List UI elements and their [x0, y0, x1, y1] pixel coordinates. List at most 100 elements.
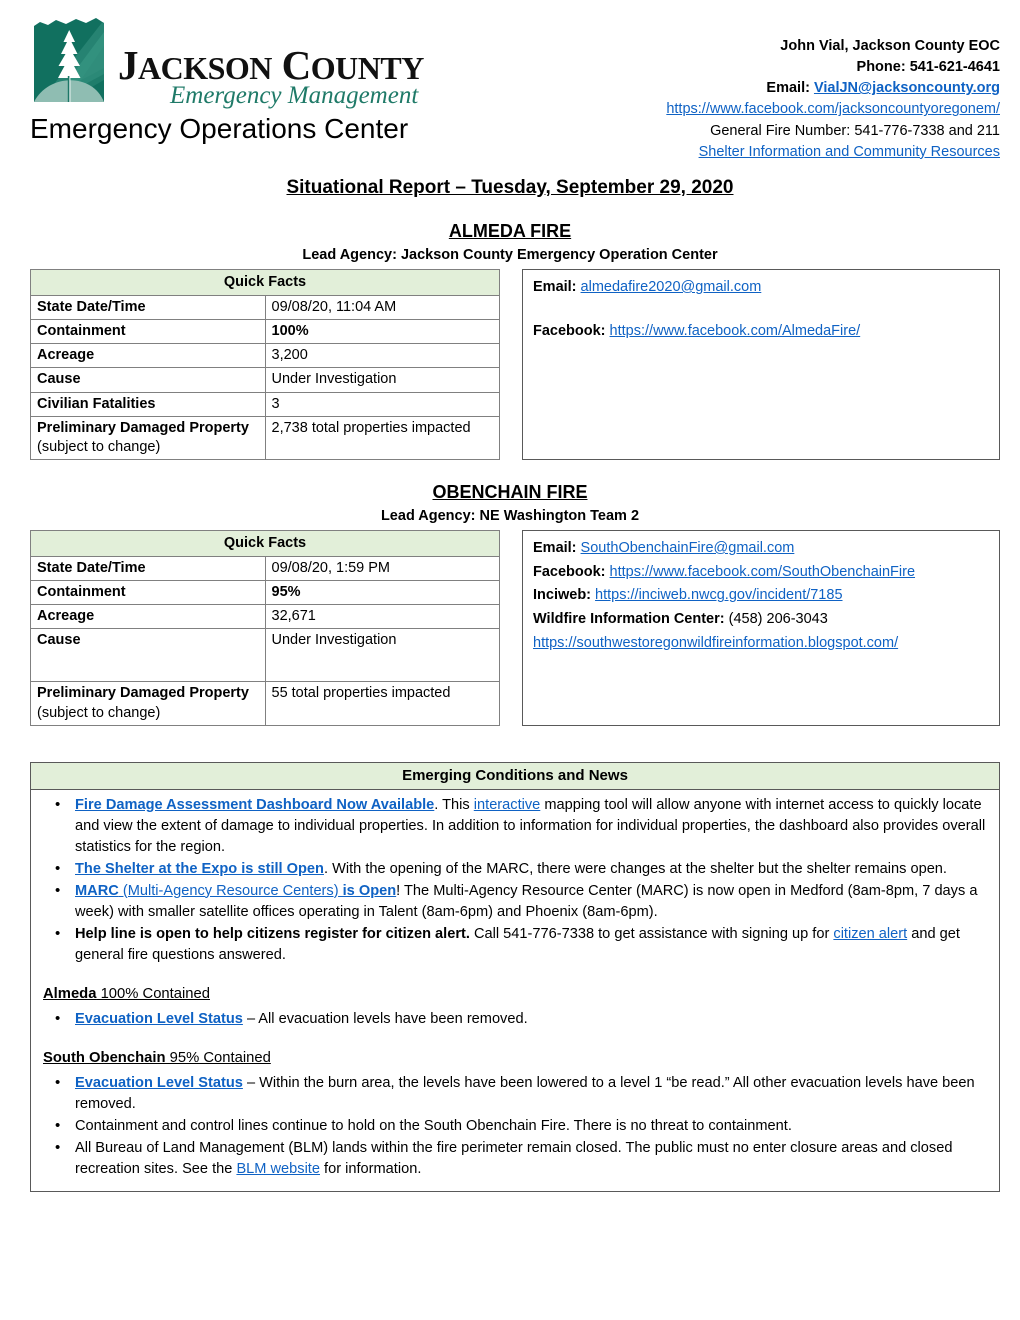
- fact-value-cell: 55 total properties impacted: [264, 681, 500, 726]
- fire-status-heading-containment: 95% Contained: [165, 1049, 271, 1066]
- fact-key-note: (subject to change): [37, 704, 161, 721]
- inline-text: for information.: [319, 1161, 422, 1178]
- inline-link[interactable]: MARC: [75, 883, 119, 899]
- fact-value-cell: 32,671: [264, 604, 500, 630]
- fire-contact-box: Email: SouthObenchainFire@gmail.com Faceb…: [522, 529, 1000, 726]
- inline-link[interactable]: is Open: [339, 883, 397, 899]
- contact-line-link[interactable]: https://www.facebook.com/SouthObenchainF…: [610, 564, 915, 580]
- quick-facts-header-cell: Quick Facts: [30, 529, 500, 558]
- table-row: Acreage 32,671: [30, 604, 500, 630]
- fact-key-cell: Acreage: [30, 604, 266, 630]
- fact-key-cell: Preliminary Damaged Property (subject to…: [30, 681, 266, 726]
- fire-status-sections: Almeda 100% Contained Evacuation Level St…: [43, 984, 987, 1181]
- contact-line-link[interactable]: https://inciweb.nwcg.gov/incident/7185: [595, 587, 842, 603]
- table-row: State Date/Time 09/08/20, 1:59 PM: [30, 556, 500, 582]
- inline-link[interactable]: BLM website: [236, 1161, 320, 1177]
- contact-line-link[interactable]: almedafire2020@gmail.com: [581, 279, 762, 295]
- inline-text: – All evacuation levels have been remove…: [242, 1010, 528, 1027]
- inline-link[interactable]: Evacuation Level Status: [75, 1075, 243, 1091]
- inline-link[interactable]: (Multi-Agency Resource Centers): [119, 883, 339, 899]
- emerging-conditions-body: Fire Damage Assessment Dashboard Now Ava…: [31, 790, 999, 1192]
- lead-agency-label: Lead Agency: Jackson County Emergency Op…: [302, 246, 718, 263]
- contact-general-fire-number: General Fire Number: 541-776-7338 and 21…: [710, 122, 1000, 139]
- contact-facebook-link[interactable]: https://www.facebook.com/jacksoncountyor…: [666, 101, 1000, 117]
- fact-key-cell: Acreage: [30, 343, 266, 369]
- fire-title: OBENCHAIN FIRE: [432, 481, 588, 502]
- shelter-information-link[interactable]: Shelter Information and Community Resour…: [699, 144, 1000, 160]
- lead-agency-label: Lead Agency: NE Washington Team 2: [380, 507, 640, 524]
- fire-status-bullet-item: Evacuation Level Status – Within the bur…: [55, 1072, 987, 1115]
- quick-facts-header-cell: Quick Facts: [30, 268, 500, 297]
- fact-key-cell: Civilian Fatalities: [30, 391, 266, 417]
- contact-line: Wildfire Information Center: (458) 206-3…: [533, 609, 989, 631]
- fire-status-heading: Almeda 100% Contained: [43, 984, 987, 1005]
- agency-name-primary: JACKSON COUNTY: [118, 41, 424, 88]
- fire-status-bullet-item: Evacuation Level Status – All evacuation…: [55, 1008, 987, 1030]
- inline-link[interactable]: The Shelter at the Expo is still Open: [75, 861, 324, 877]
- news-bullet-item: The Shelter at the Expo is still Open. W…: [55, 858, 987, 880]
- fact-key-cell: State Date/Time: [30, 556, 266, 582]
- contact-facebook-line: https://www.facebook.com/jacksoncountyor…: [580, 99, 1000, 120]
- contact-line-label: Facebook:: [533, 563, 610, 580]
- contact-line-value: (458) 206-3043: [728, 611, 828, 628]
- table-row: State Date/Time 09/08/20, 11:04 AM: [30, 295, 500, 321]
- inline-link[interactable]: interactive: [474, 797, 541, 813]
- contact-email-line: Email: VialJN@jacksoncounty.org: [580, 78, 1000, 99]
- document-header: JACKSON COUNTY Emergency Management Emer…: [0, 0, 1020, 163]
- fire-status-bullet-list: Evacuation Level Status – Within the bur…: [43, 1072, 987, 1180]
- inline-bold-text: Help line is open to help citizens regis…: [75, 925, 470, 942]
- inline-text: All Bureau of Land Management (BLM) land…: [75, 1140, 953, 1178]
- fact-key-cell: State Date/Time: [30, 295, 266, 321]
- contact-line: Inciweb: https://inciweb.nwcg.gov/incide…: [533, 585, 989, 607]
- news-bullet-list: Fire Damage Assessment Dashboard Now Ava…: [43, 794, 987, 966]
- fact-key-note: (subject to change): [37, 438, 161, 455]
- contact-line: https://southwestoregonwildfireinformati…: [533, 633, 989, 655]
- news-bullet-item: Fire Damage Assessment Dashboard Now Ava…: [55, 794, 987, 858]
- fire-title: ALMEDA FIRE: [448, 220, 572, 241]
- agency-branding: JACKSON COUNTY Emergency Management Emer…: [30, 14, 424, 145]
- contact-line: Email: SouthObenchainFire@gmail.com: [533, 538, 989, 560]
- emerging-conditions-header: Emerging Conditions and News: [31, 762, 999, 790]
- fact-value-cell: Under Investigation: [264, 367, 500, 393]
- fire-status-heading-name: Almeda: [43, 985, 97, 1002]
- fact-value-cell: 95%: [264, 580, 500, 606]
- emerging-conditions-wrapper: Emerging Conditions and News Fire Damage…: [0, 761, 1020, 1193]
- header-contact-block: John Vial, Jackson County EOC Phone: 541…: [580, 14, 1000, 163]
- table-row: Cause Under Investigation: [30, 628, 500, 683]
- agency-name-secondary: Emergency Management: [170, 81, 419, 109]
- emerging-conditions-box: Emerging Conditions and News Fire Damage…: [30, 761, 1000, 1193]
- quick-facts-table: Quick Facts State Date/Time 09/08/20, 1:59…: [30, 529, 500, 726]
- fire-status-bullet-list: Evacuation Level Status – All evacuation…: [43, 1008, 987, 1030]
- contact-line-label: Email:: [533, 278, 581, 295]
- jackson-county-tree-logo-icon: [30, 16, 114, 111]
- fire-contact-box: Email: almedafire2020@gmail.com Facebook:…: [522, 268, 1000, 460]
- contact-email-link[interactable]: VialJN@jacksoncounty.org: [814, 80, 1000, 96]
- fact-key-cell: Containment: [30, 319, 266, 345]
- contact-name: John Vial, Jackson County EOC: [780, 38, 1000, 54]
- table-row: Preliminary Damaged Property (subject to…: [30, 415, 500, 460]
- table-row: Containment 95%: [30, 580, 500, 606]
- inline-text: Call 541-776-7338 to get assistance with…: [469, 925, 834, 942]
- inline-link[interactable]: citizen alert: [833, 926, 907, 942]
- contact-line: Facebook: https://www.facebook.com/Almed…: [533, 321, 989, 343]
- fire-info-block: Quick Facts State Date/Time 09/08/20, 11:0…: [0, 268, 1020, 460]
- inline-link[interactable]: Evacuation Level Status: [75, 1011, 243, 1027]
- page-title: Situational Report – Tuesday, September …: [286, 176, 734, 198]
- fact-key-cell: Cause: [30, 367, 266, 393]
- inline-link[interactable]: Fire Damage Assessment Dashboard Now Ava…: [75, 797, 434, 813]
- fact-value-cell: 3,200: [264, 343, 500, 369]
- agency-wordmark: JACKSON COUNTY Emergency Management: [118, 41, 424, 111]
- contact-line-label: Facebook:: [533, 322, 610, 339]
- contact-line-link[interactable]: https://southwestoregonwildfireinformati…: [533, 635, 898, 651]
- news-bullet-item: MARC (Multi-Agency Resource Centers) is …: [55, 880, 987, 923]
- inline-text: . With the opening of the MARC, there we…: [323, 860, 947, 877]
- contact-shelter-line: Shelter Information and Community Resour…: [580, 142, 1000, 163]
- fire-info-block: Quick Facts State Date/Time 09/08/20, 1:59…: [0, 529, 1020, 726]
- fire-status-heading: South Obenchain 95% Contained: [43, 1048, 987, 1069]
- fire-status-bullet-item: All Bureau of Land Management (BLM) land…: [55, 1137, 987, 1180]
- fire-status-heading-name: South Obenchain: [43, 1049, 166, 1066]
- fact-value-cell: 100%: [264, 319, 500, 345]
- contact-line-link[interactable]: SouthObenchainFire@gmail.com: [581, 540, 795, 556]
- contact-line-link[interactable]: https://www.facebook.com/AlmedaFire/: [610, 323, 861, 339]
- fact-value-cell: 09/08/20, 1:59 PM: [264, 556, 500, 582]
